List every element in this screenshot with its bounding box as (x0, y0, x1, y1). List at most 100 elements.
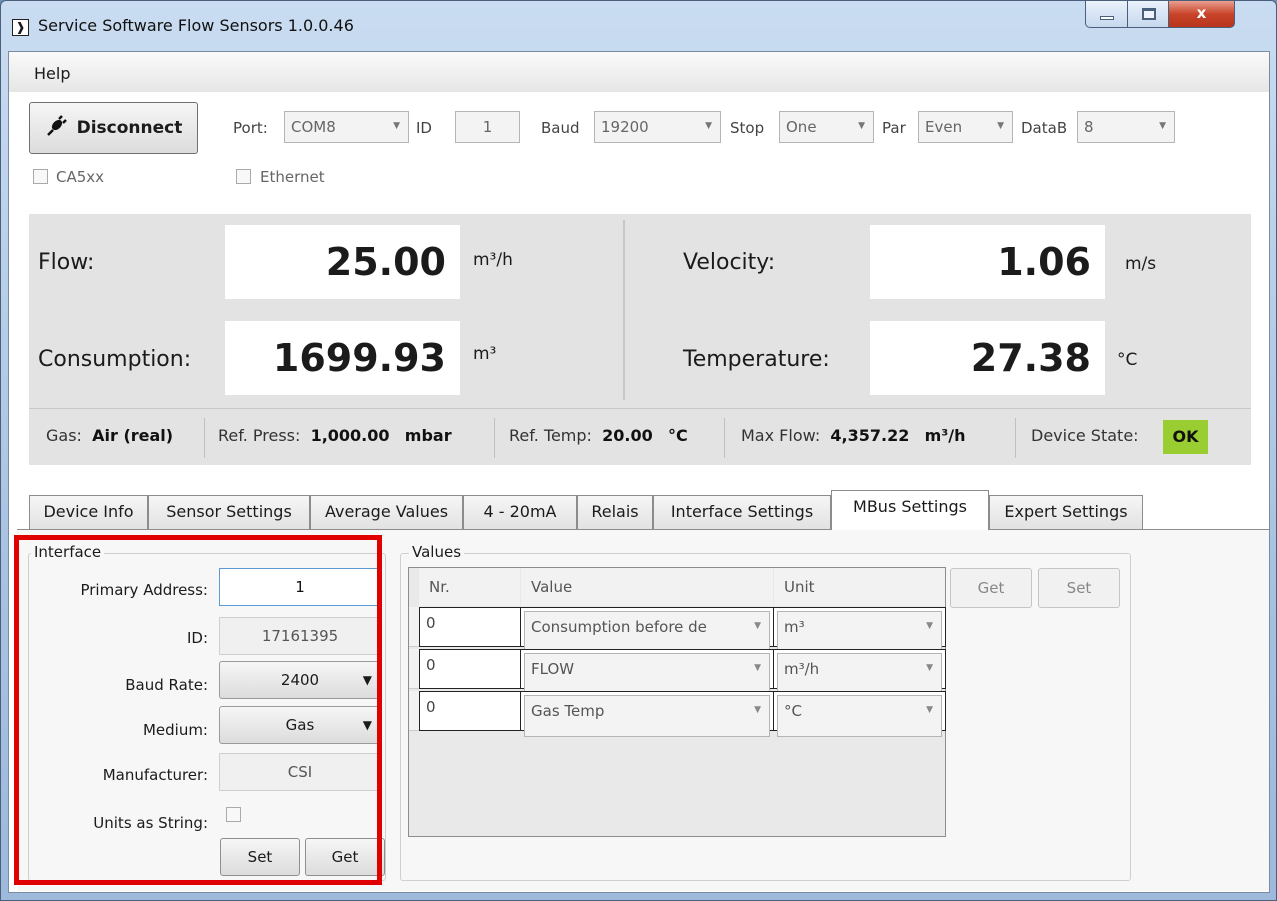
stop-select[interactable]: One ▼ (779, 111, 874, 143)
par-label: Par (882, 119, 906, 137)
ref-temp-value: 20.00 (602, 426, 653, 445)
tab-sensor-settings[interactable]: Sensor Settings (148, 495, 310, 529)
value-select[interactable]: Consumption before de ▼ (524, 611, 770, 653)
table-row-value: Consumption before de ▼ (520, 607, 774, 653)
par-select[interactable]: Even ▼ (918, 111, 1013, 143)
row-header (409, 649, 419, 689)
maximize-icon (1142, 8, 1156, 20)
consumption-value: 1699.93 (225, 321, 460, 395)
tab-expert-settings[interactable]: Expert Settings (989, 495, 1143, 529)
tab-interface-settings[interactable]: Interface Settings (653, 495, 831, 529)
tab-device-info[interactable]: Device Info (29, 495, 148, 529)
menu-bar (9, 52, 1269, 92)
temperature-label: Temperature: (683, 347, 830, 372)
value-select-text: FLOW (531, 660, 575, 678)
baud-label: Baud (541, 119, 580, 137)
temperature-unit: °C (1117, 350, 1138, 370)
unit-select-text: m³/h (784, 660, 820, 678)
gas-info: Gas: Air (real) (46, 426, 173, 445)
port-value: COM8 (291, 118, 336, 136)
table-row-nr[interactable]: 0 (419, 649, 521, 689)
plug-icon (45, 103, 67, 153)
disconnect-button[interactable]: Disconnect (29, 102, 198, 154)
maximize-button[interactable] (1127, 1, 1169, 28)
table-row-nr[interactable]: 0 (419, 691, 521, 731)
id-label: ID (416, 119, 432, 137)
flow-unit: m³/h (473, 250, 513, 270)
chevron-down-icon: ▼ (926, 663, 933, 673)
column-header-value: Value (521, 568, 773, 606)
flow-value: 25.00 (225, 225, 460, 299)
chevron-down-icon: ▼ (754, 663, 761, 673)
close-icon: x (1196, 4, 1207, 22)
measurement-divider (623, 220, 625, 400)
velocity-value: 1.06 (870, 225, 1105, 299)
ca5xx-checkbox[interactable] (33, 169, 48, 184)
minimize-icon (1100, 16, 1114, 20)
ref-temp-info: Ref. Temp: 20.00 °C (509, 426, 688, 445)
tab-mbus-settings[interactable]: MBus Settings (831, 490, 989, 530)
unit-select[interactable]: m³ ▼ (777, 611, 942, 653)
row-header (409, 607, 419, 647)
tab-average-values[interactable]: Average Values (310, 495, 463, 529)
close-button[interactable]: x (1168, 1, 1235, 28)
menu-help[interactable]: Help (34, 64, 70, 83)
tab-relais[interactable]: Relais (577, 495, 653, 529)
column-header-unit: Unit (774, 568, 945, 606)
ref-temp-unit: °C (667, 426, 688, 445)
chevron-down-icon: ▼ (1159, 121, 1166, 131)
id-field[interactable]: 1 (455, 111, 520, 143)
chevron-down-icon: ▼ (393, 121, 400, 131)
table-row-nr[interactable]: 0 (419, 607, 521, 647)
table-row-value: FLOW ▼ (520, 649, 774, 695)
chevron-down-icon: ▼ (705, 121, 712, 131)
max-flow-label: Max Flow: (741, 426, 821, 445)
info-separator (724, 418, 725, 458)
minimize-button[interactable] (1085, 1, 1128, 28)
tab-4-20ma[interactable]: 4 - 20mA (463, 495, 577, 529)
chevron-down-icon: ▼ (926, 621, 933, 631)
info-separator (204, 418, 205, 458)
table-row-unit: m³ ▼ (773, 607, 946, 653)
disconnect-label: Disconnect (76, 118, 183, 138)
chevron-down-icon: ▼ (997, 121, 1004, 131)
highlight-box (14, 535, 382, 885)
ref-temp-label: Ref. Temp: (509, 426, 592, 445)
ca5xx-label: CA5xx (56, 168, 105, 186)
unit-select-text: °C (784, 702, 802, 720)
window-title: Service Software Flow Sensors 1.0.0.46 (38, 16, 354, 35)
max-flow-info: Max Flow: 4,357.22 m³/h (741, 426, 966, 445)
device-state-badge: OK (1163, 420, 1208, 454)
ref-press-unit: mbar (404, 426, 452, 445)
datab-select[interactable]: 8 ▼ (1077, 111, 1175, 143)
velocity-unit: m/s (1125, 254, 1157, 274)
max-flow-unit: m³/h (924, 426, 966, 445)
unit-select-text: m³ (784, 618, 805, 636)
values-set-button[interactable]: Set (1038, 568, 1120, 608)
info-divider (29, 408, 1251, 409)
ref-press-info: Ref. Press: 1,000.00 mbar (218, 426, 452, 445)
par-value: Even (925, 118, 963, 136)
values-group-title: Values (409, 543, 465, 561)
temperature-value: 27.38 (870, 321, 1105, 395)
unit-select[interactable]: °C ▼ (777, 695, 942, 737)
velocity-label: Velocity: (683, 250, 776, 275)
ethernet-checkbox[interactable] (236, 169, 251, 184)
value-select[interactable]: FLOW ▼ (524, 653, 770, 695)
info-separator (1015, 418, 1016, 458)
gas-value: Air (real) (92, 426, 174, 445)
values-get-button[interactable]: Get (950, 568, 1032, 608)
baud-select[interactable]: 19200 ▼ (594, 111, 721, 143)
value-select[interactable]: Gas Temp ▼ (524, 695, 770, 737)
info-separator (494, 418, 495, 458)
consumption-label: Consumption: (38, 347, 192, 372)
chevron-down-icon: ▼ (754, 705, 761, 715)
unit-select[interactable]: m³/h ▼ (777, 653, 942, 695)
table-row-unit: °C ▼ (773, 691, 946, 737)
id-value: 1 (482, 118, 493, 136)
value-select-text: Gas Temp (531, 702, 605, 720)
table-row-value: Gas Temp ▼ (520, 691, 774, 737)
ref-press-label: Ref. Press: (218, 426, 301, 445)
port-label: Port: (233, 119, 268, 137)
port-select[interactable]: COM8 ▼ (284, 111, 409, 143)
